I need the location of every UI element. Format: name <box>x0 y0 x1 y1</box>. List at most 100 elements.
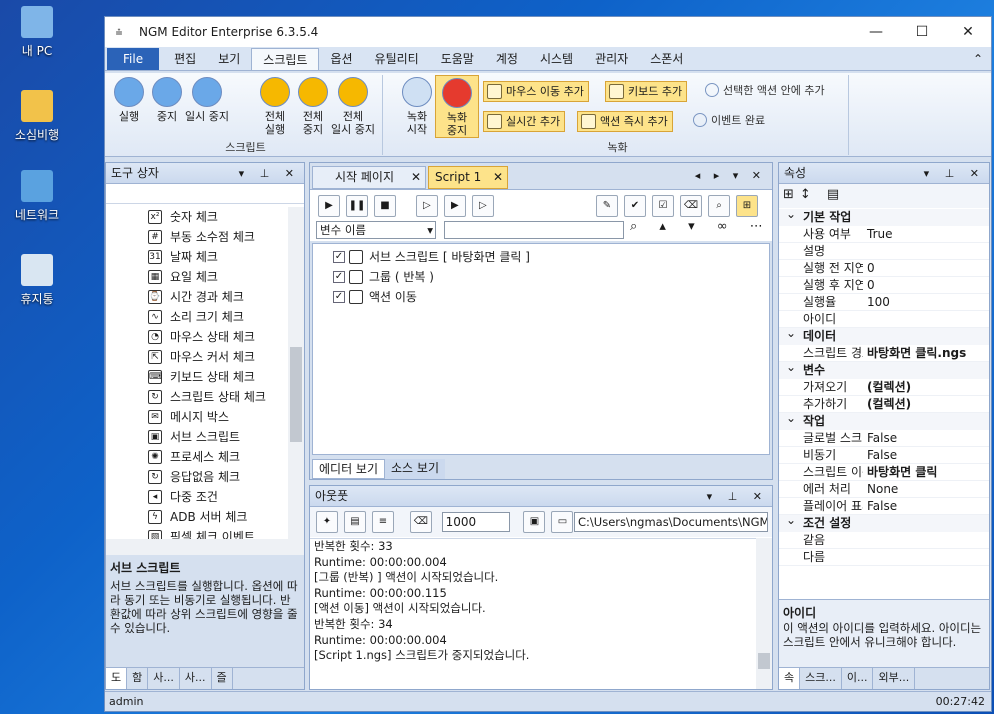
property-row[interactable]: 비동기 False <box>779 447 989 464</box>
property-category[interactable]: 변수 <box>779 359 989 379</box>
property-category[interactable]: 조건 설정 <box>779 512 989 532</box>
toolbox-item[interactable]: ⌚ 시간 경과 체크 <box>106 287 288 307</box>
step-play-icon[interactable]: ▷ <box>415 195 438 217</box>
add-action-now-button[interactable]: 액션 즉시 추가 <box>577 111 673 132</box>
desktop-icon-0[interactable]: 내 PC <box>6 6 68 59</box>
menu-item-2[interactable]: 보기 <box>207 48 251 70</box>
property-value[interactable]: 0 <box>867 260 875 277</box>
toolbox-item[interactable]: ✉ 메시지 박스 <box>106 407 288 427</box>
property-row[interactable]: 실행 전 지연 0 <box>779 260 989 277</box>
tab-nav-controls[interactable]: ◂ ▸ ▾ ✕ <box>695 169 766 182</box>
toolbox-tab[interactable]: 사... <box>180 668 212 689</box>
panel-controls-icon[interactable]: ▾ ⊥ ✕ <box>707 486 768 507</box>
desktop-icon-3[interactable]: 휴지통 <box>6 254 68 307</box>
property-row[interactable]: 스크립트 경로 바탕화면 클릭.ngs <box>779 345 989 362</box>
toolbox-tab[interactable]: 즐 <box>212 668 233 689</box>
checkbox-checked-icon[interactable]: ✓ <box>333 291 345 303</box>
toolbox-item[interactable]: ϟ ADB 서버 체크 <box>106 507 288 527</box>
toolbox-item[interactable]: ◂ 다중 조건 <box>106 487 288 507</box>
ribbon-button-2[interactable]: 일시 중지 <box>185 75 229 123</box>
properties-tab[interactable]: 속 <box>779 668 801 689</box>
wand-icon[interactable]: ✦ <box>316 511 338 533</box>
toolbox-item[interactable]: ✺ 프로세스 체크 <box>106 447 288 467</box>
property-row[interactable]: 가져오기 (컬렉션) <box>779 379 989 396</box>
menu-item-4[interactable]: 옵션 <box>319 48 363 70</box>
checkbox-checked-icon[interactable]: ✓ <box>333 251 345 263</box>
variable-value-input[interactable] <box>444 221 624 239</box>
menu-item-3[interactable]: 스크립트 <box>251 48 320 70</box>
toolbox-item[interactable]: # 부동 소수점 체크 <box>106 227 288 247</box>
pause-icon[interactable]: ❚❚ <box>346 195 368 217</box>
properties-tab[interactable]: 외부... <box>873 668 916 689</box>
checkbox-checked-icon[interactable]: ✓ <box>333 271 345 283</box>
menu-item-6[interactable]: 도움말 <box>430 48 485 70</box>
toolbox-item[interactable]: x² 숫자 체크 <box>106 207 288 227</box>
menu-item-1[interactable]: 편집 <box>163 48 207 70</box>
ribbon-button-7[interactable]: 녹화 중지 <box>435 75 479 138</box>
step-into-icon[interactable]: ▶ <box>443 195 466 217</box>
search-icon[interactable]: ⌕ <box>708 195 730 217</box>
property-value[interactable]: (컬렉션) <box>867 379 911 396</box>
toolbox-item[interactable]: ▧ 픽셀 체크 이벤트 <box>106 527 288 539</box>
output-path-field[interactable]: C:\Users\ngmas\Documents\NGM6\ <box>574 512 768 532</box>
close-tab-icon[interactable]: ✕ <box>411 167 421 188</box>
toolbox-search[interactable] <box>106 184 304 204</box>
property-value[interactable]: (컬렉션) <box>867 396 911 413</box>
maximize-button[interactable]: ☐ <box>899 24 945 40</box>
toolbox-scrollbar[interactable] <box>288 207 304 539</box>
list-icon[interactable]: ≡ <box>372 511 394 533</box>
property-value[interactable]: False <box>867 447 897 464</box>
play-icon[interactable]: ▶ <box>318 195 340 217</box>
property-row[interactable]: 실행 후 지연 0 <box>779 277 989 294</box>
desktop-icon-1[interactable]: 소심비행 <box>6 90 68 143</box>
minimize-button[interactable]: — <box>853 24 899 40</box>
property-category[interactable]: 데이터 <box>779 325 989 345</box>
toolbox-tab[interactable]: 함 <box>127 668 149 689</box>
panel-controls-icon[interactable]: ▾ ⊥ ✕ <box>239 163 300 184</box>
toolbox-tab[interactable]: 사... <box>148 668 180 689</box>
properties-tab[interactable]: 이... <box>842 668 874 689</box>
property-value[interactable]: 100 <box>867 294 890 311</box>
check-all-icon[interactable]: ☑ <box>652 195 674 217</box>
toolbox-item[interactable]: 31 날짜 체크 <box>106 247 288 267</box>
properties-toolbar[interactable]: ⊞↕ ▤ <box>779 184 989 208</box>
ribbon-button-1[interactable]: 중지 <box>145 75 189 123</box>
tree-node[interactable]: ✓ 서브 스크립트 [ 바탕화면 클릭 ] <box>313 247 769 267</box>
property-row[interactable]: 실행율 100 <box>779 294 989 311</box>
close-tab-icon[interactable]: ✕ <box>493 167 503 188</box>
check-icon[interactable]: ✔ <box>624 195 646 217</box>
scroll-thumb[interactable] <box>758 653 770 669</box>
property-category[interactable]: 작업 <box>779 410 989 430</box>
menu-item-0[interactable]: File <box>107 48 160 70</box>
tab-start-page[interactable]: 시작 페이지 ✕ <box>312 166 426 189</box>
toolbox-item[interactable]: ∿ 소리 크기 체크 <box>106 307 288 327</box>
tree-node[interactable]: ✓ 그룹 ( 반복 ) <box>313 267 769 287</box>
menu-item-8[interactable]: 시스템 <box>529 48 584 70</box>
property-value[interactable]: True <box>867 226 893 243</box>
tab-editor-view[interactable]: 에디터 보기 <box>312 459 386 479</box>
save-icon[interactable]: ▣ <box>523 511 546 533</box>
add-in-selected-button[interactable]: 선택한 액션 안에 추가 <box>703 81 825 100</box>
toolbox-item[interactable]: ▣ 서브 스크립트 <box>106 427 288 447</box>
property-row[interactable]: 다름 <box>779 549 989 566</box>
property-value[interactable]: None <box>867 481 898 498</box>
tab-script-1[interactable]: Script 1 ✕ <box>428 166 508 189</box>
property-row[interactable]: 같음 <box>779 532 989 549</box>
event-complete-button[interactable]: 이벤트 완료 <box>691 111 765 130</box>
menu-item-5[interactable]: 유틸리티 <box>364 48 430 70</box>
doc-icon[interactable]: ▤ <box>344 511 366 533</box>
property-value[interactable]: False <box>867 430 897 447</box>
property-row[interactable]: 플레이어 표시 False <box>779 498 989 515</box>
folder-icon[interactable]: ▭ <box>551 511 574 533</box>
quick-access-icon[interactable]: ⩮ <box>105 25 133 40</box>
property-row[interactable]: 사용 여부 True <box>779 226 989 243</box>
properties-tab[interactable]: 스크... <box>800 668 842 689</box>
ribbon-button-4[interactable]: 전체 중지 <box>291 75 335 136</box>
property-row[interactable]: 스크립트 이름 바탕화면 클릭 <box>779 464 989 481</box>
toolbox-item[interactable]: ◔ 마우스 상태 체크 <box>106 327 288 347</box>
clear-icon[interactable]: ⌫ <box>680 195 702 217</box>
toolbox-item[interactable]: ↻ 스크립트 상태 체크 <box>106 387 288 407</box>
property-value[interactable]: False <box>867 498 897 515</box>
eraser-icon[interactable]: ⌫ <box>409 511 432 533</box>
panel-controls-icon[interactable]: ▾ ⊥ ✕ <box>924 163 985 184</box>
